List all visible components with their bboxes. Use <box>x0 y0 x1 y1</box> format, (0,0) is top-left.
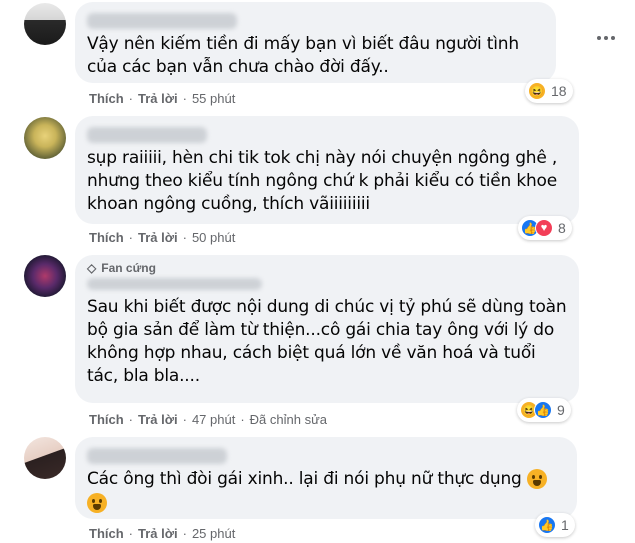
avatar[interactable] <box>24 255 66 297</box>
author-name-blurred[interactable] <box>87 448 227 464</box>
avatar[interactable] <box>24 437 66 479</box>
comment-bubble: sụp raiiiii, hèn chi tik tok chị này nói… <box>75 116 579 224</box>
badge-label: Fan cứng <box>101 261 156 275</box>
love-reaction-icon: ♥ <box>535 219 553 237</box>
comment-text: Các ông thì đòi gái xinh.. lại đi nói ph… <box>87 468 565 514</box>
like-action[interactable]: Thích <box>89 412 124 427</box>
reply-action[interactable]: Trả lời <box>138 412 178 427</box>
like-reaction-icon: 👍 <box>534 401 552 419</box>
timestamp[interactable]: 55 phút <box>192 91 235 106</box>
reaction-count: 18 <box>551 83 567 99</box>
reply-action[interactable]: Trả lời <box>138 526 178 541</box>
comment-bubble: ◇ Fan cứng Sau khi biết được nội dung di… <box>75 255 579 403</box>
avatar[interactable] <box>24 3 66 45</box>
shocked-emoji-icon <box>87 493 107 513</box>
reply-action[interactable]: Trả lời <box>138 91 178 106</box>
comment-bubble: Vậy nên kiếm tiền đi mấy bạn vì biết đâu… <box>75 2 556 83</box>
reaction-summary[interactable]: 😆 👍 9 <box>517 398 571 422</box>
timestamp[interactable]: 50 phút <box>192 230 235 245</box>
edited-label: Đã chỉnh sửa <box>249 412 328 427</box>
reaction-count: 8 <box>558 220 566 236</box>
reaction-summary[interactable]: 👍 1 <box>535 513 575 537</box>
reaction-summary[interactable]: 👍 ♥ 8 <box>518 216 572 240</box>
comment-actions: Thích · Trả lời · 47 phút · Đã chỉnh sửa <box>89 412 328 427</box>
haha-reaction-icon: 😆 <box>528 82 546 100</box>
diamond-icon: ◇ <box>87 261 97 275</box>
like-action[interactable]: Thích <box>89 230 124 245</box>
comment-text: Sau khi biết được nội dung di chúc vị tỷ… <box>87 297 567 386</box>
reaction-count: 1 <box>561 517 569 533</box>
comment-bubble: Các ông thì đòi gái xinh.. lại đi nói ph… <box>75 437 577 519</box>
fan-badge[interactable]: ◇ Fan cứng <box>87 261 567 275</box>
comment-text-body: Các ông thì đòi gái xinh.. lại đi nói ph… <box>87 469 522 489</box>
reaction-count: 9 <box>557 402 565 418</box>
more-options-icon[interactable] <box>597 36 615 40</box>
reply-action[interactable]: Trả lời <box>138 230 178 245</box>
shocked-emoji-icon <box>526 469 547 489</box>
timestamp[interactable]: 47 phút <box>192 412 235 427</box>
comment-actions: Thích · Trả lời · 25 phút <box>89 526 236 541</box>
author-name-blurred[interactable] <box>87 278 262 290</box>
comment-text: sụp raiiiii, hèn chi tik tok chị này nói… <box>87 148 558 214</box>
like-action[interactable]: Thích <box>89 91 124 106</box>
comment-actions: Thích · Trả lời · 55 phút <box>89 91 236 106</box>
author-name-blurred[interactable] <box>87 127 207 143</box>
timestamp[interactable]: 25 phút <box>192 526 235 541</box>
like-reaction-icon: 👍 <box>538 516 556 534</box>
author-name-blurred[interactable] <box>87 13 237 29</box>
like-action[interactable]: Thích <box>89 526 124 541</box>
comment-text: Vậy nên kiếm tiền đi mấy bạn vì biết đâu… <box>87 34 519 77</box>
reaction-summary[interactable]: 😆 18 <box>525 79 573 103</box>
avatar[interactable] <box>24 117 66 159</box>
comment-actions: Thích · Trả lời · 50 phút <box>89 230 236 245</box>
